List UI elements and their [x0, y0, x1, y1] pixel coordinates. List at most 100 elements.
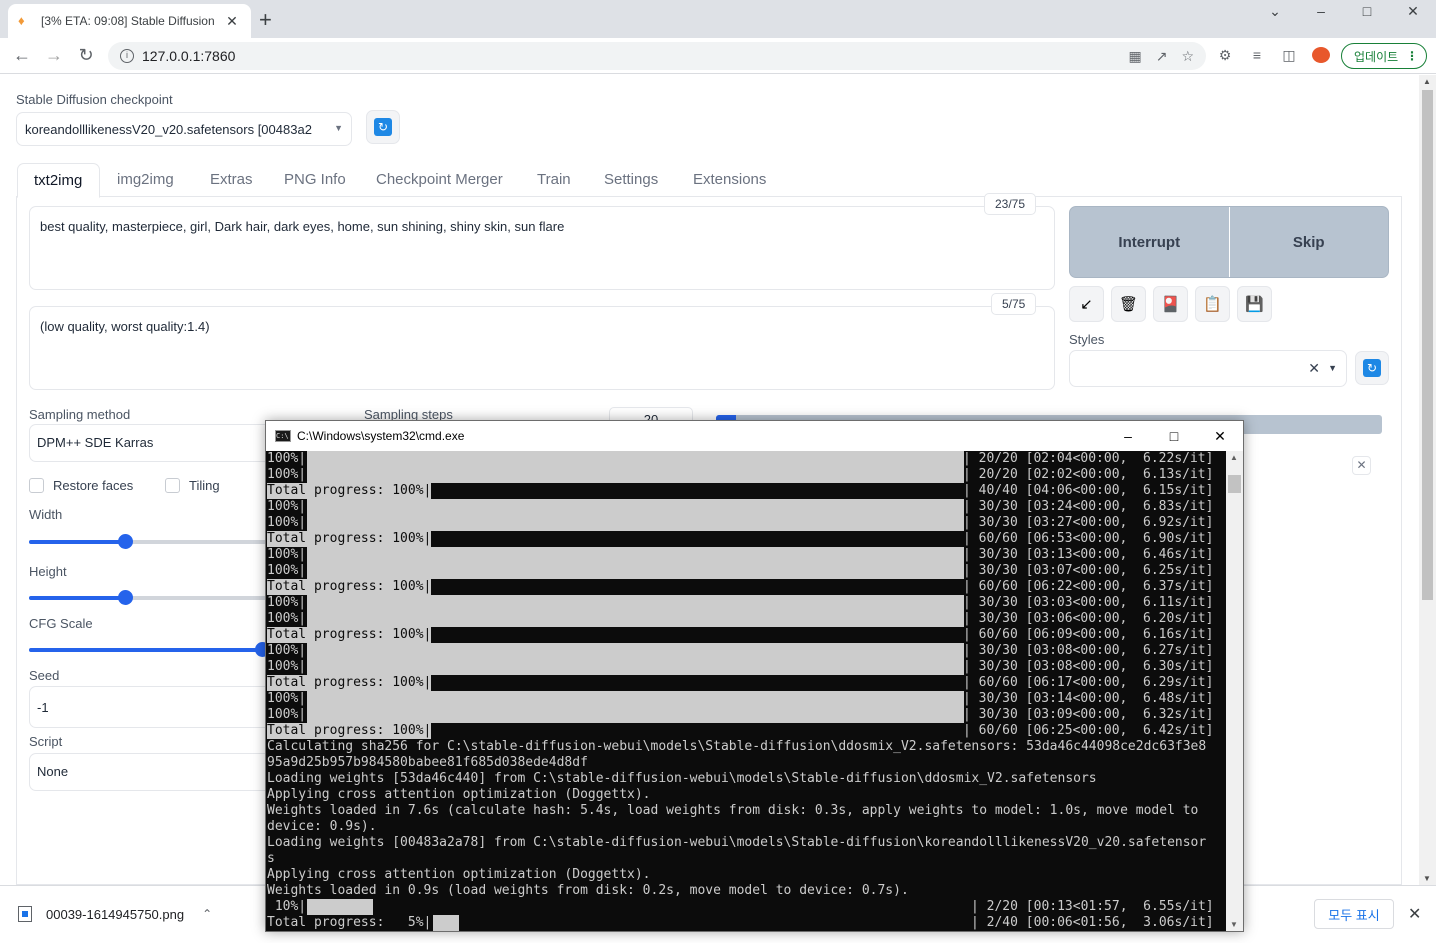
cfg-scale-slider[interactable]	[29, 642, 270, 657]
cmd-close-icon[interactable]: ✕	[1197, 421, 1243, 451]
width-label: Width	[29, 507, 63, 522]
close-download-bar-icon[interactable]: ✕	[1408, 904, 1421, 924]
clear-icon[interactable]: ✕	[1308, 360, 1320, 377]
restore-faces-checkbox[interactable]: Restore faces	[29, 478, 133, 493]
cmd-scrollbar[interactable]: ▲ ▼	[1226, 451, 1243, 931]
kebab-menu-icon[interactable]: ⋮	[1406, 49, 1418, 63]
progress-prefix: Total progress: 100%|	[267, 483, 432, 499]
seed-label: Seed	[29, 668, 60, 683]
side-panel-icon[interactable]: ◫	[1280, 47, 1298, 66]
forward-icon[interactable]: →	[42, 45, 66, 66]
clear-prompt-button[interactable]: 🗑	[1111, 286, 1146, 322]
cmd-scroll-up-icon[interactable]: ▲	[1230, 453, 1238, 462]
script-dropdown[interactable]: None	[29, 753, 279, 791]
tab-img2img[interactable]: img2img	[117, 171, 174, 188]
cmd-window[interactable]: C:\ C:\Windows\system32\cmd.exe – □ ✕ 10…	[265, 420, 1244, 932]
progress-prefix: Total progress: 5%|	[267, 915, 432, 930]
tab-settings[interactable]: Settings	[604, 171, 658, 188]
cmd-minimize-icon[interactable]: –	[1105, 421, 1151, 451]
tab-checkpoint-merger[interactable]: Checkpoint Merger	[376, 171, 503, 188]
completed-progress-line: Total progress: 100%| | 60/60 [06:17<00:0…	[266, 675, 1226, 691]
browser-tab[interactable]: ♦ [3% ETA: 09:08] Stable Diffusion ✕	[8, 4, 251, 38]
negative-prompt-textarea[interactable]: (low quality, worst quality:1.4)	[29, 306, 1055, 390]
refresh-styles-button[interactable]: ↻	[1355, 351, 1389, 385]
tab-png-info[interactable]: PNG Info	[284, 171, 346, 188]
chevron-up-icon[interactable]: ⌃	[202, 907, 212, 921]
tab-extensions[interactable]: Extensions	[693, 171, 766, 188]
download-filename: 00039-1614945750.png	[46, 906, 185, 922]
close-window-icon[interactable]: ✕	[1390, 0, 1436, 22]
sampling-method-label: Sampling method	[29, 407, 131, 422]
interrupt-button[interactable]: Interrupt	[1070, 207, 1229, 277]
styles-label: Styles	[1069, 332, 1105, 347]
height-slider[interactable]	[29, 590, 269, 605]
progress-stats: | 2/40 [00:06<01:56, 3.06s/it]	[971, 915, 1214, 930]
address-bar[interactable]: i 127.0.0.1:7860 ▦ ↗ ☆	[108, 42, 1206, 70]
close-gallery-icon[interactable]: ✕	[1352, 456, 1371, 475]
translate-icon[interactable]: ▦	[1128, 48, 1141, 65]
refresh-checkpoint-button[interactable]: ↻	[366, 110, 400, 144]
tab-search-icon[interactable]: ⌄	[1252, 0, 1298, 22]
prompt-token-counter: 23/75	[984, 193, 1037, 215]
log-line: Applying cross attention optimization (D…	[266, 867, 1226, 883]
checkpoint-dropdown[interactable]: koreandolllikenessV20_v20.safetensors [0…	[16, 112, 352, 146]
cmd-maximize-icon[interactable]: □	[1151, 421, 1197, 451]
site-info-icon[interactable]: i	[120, 49, 134, 63]
progress-stats: | 30/30 [03:08<00:00, 6.27s/it]	[963, 643, 1214, 658]
image-file-icon	[18, 906, 32, 922]
update-button[interactable]: 업데이트 ⋮	[1341, 43, 1427, 69]
cmd-title: C:\Windows\system32\cmd.exe	[297, 429, 465, 443]
save-style-button[interactable]: 💾	[1237, 286, 1272, 322]
close-tab-icon[interactable]: ✕	[223, 13, 241, 30]
progress-bar-fill	[307, 467, 964, 483]
profile-avatar[interactable]	[1312, 47, 1330, 66]
maximize-icon[interactable]: □	[1344, 0, 1390, 22]
progress-stats: | 20/20 [02:02<00:00, 6.13s/it]	[963, 467, 1214, 482]
reload-icon[interactable]: ↻	[74, 45, 98, 66]
tab-txt2img[interactable]: txt2img	[17, 163, 100, 198]
height-slider-handle[interactable]	[118, 590, 133, 605]
bookmark-star-icon[interactable]: ☆	[1181, 48, 1194, 65]
show-all-downloads-button[interactable]: 모두 표시	[1314, 899, 1394, 929]
cmd-titlebar[interactable]: C:\ C:\Windows\system32\cmd.exe – □ ✕	[266, 421, 1243, 451]
prompt-textarea[interactable]: best quality, masterpiece, girl, Dark ha…	[29, 206, 1055, 290]
log-text: s	[267, 851, 275, 866]
tiling-checkbox[interactable]: Tiling	[165, 478, 220, 493]
progress-prefix: 100%|	[267, 707, 307, 722]
width-slider-handle[interactable]	[118, 534, 133, 549]
progress-prefix: 100%|	[267, 499, 307, 514]
extensions-icon[interactable]: ⚙	[1216, 47, 1234, 66]
progress-bar-fill	[307, 451, 964, 467]
styles-dropdown[interactable]: ✕ ▼	[1069, 350, 1347, 387]
scrollbar-thumb[interactable]	[1422, 90, 1433, 600]
width-slider[interactable]	[29, 534, 269, 549]
seed-input[interactable]: -1	[29, 686, 279, 728]
page-scrollbar[interactable]: ▲ ▼	[1419, 75, 1436, 885]
cmd-scroll-down-icon[interactable]: ▼	[1230, 920, 1238, 929]
tab-train[interactable]: Train	[537, 171, 571, 188]
card-icon: 🎴	[1161, 296, 1180, 313]
cmd-scroll-thumb[interactable]	[1228, 475, 1241, 493]
download-item[interactable]: 00039-1614945750.png ⌃	[18, 906, 212, 922]
paste-params-button[interactable]: ↙	[1069, 286, 1104, 322]
back-icon[interactable]: ←	[10, 45, 34, 66]
minimize-icon[interactable]: –	[1298, 0, 1344, 22]
apply-style-button[interactable]: 📋	[1195, 286, 1230, 322]
completed-progress-line: 100%| | 30/30 [03:14<00:00, 6.48s/it]	[266, 691, 1226, 707]
scroll-down-icon[interactable]: ▼	[1423, 874, 1431, 883]
sampling-method-dropdown[interactable]: DPM++ SDE Karras	[29, 424, 279, 462]
media-icon[interactable]: ≡	[1248, 47, 1266, 66]
show-extra-networks-button[interactable]: 🎴	[1153, 286, 1188, 322]
skip-button[interactable]: Skip	[1230, 207, 1389, 277]
completed-progress-line: 100%| | 30/30 [03:08<00:00, 6.27s/it]	[266, 643, 1226, 659]
progress-bar-fill	[307, 595, 964, 611]
progress-bar-fill	[307, 659, 964, 675]
tab-extras[interactable]: Extras	[210, 171, 253, 188]
scroll-up-icon[interactable]: ▲	[1423, 77, 1431, 86]
progress-prefix: 100%|	[267, 451, 307, 466]
share-icon[interactable]: ↗	[1156, 48, 1168, 65]
new-tab-button[interactable]: +	[259, 9, 272, 31]
console-output[interactable]: 100%| | 20/20 [02:04<00:00, 6.22s/it] 100%…	[266, 451, 1226, 931]
log-line: s	[266, 851, 1226, 867]
completed-progress-line: 100%| | 30/30 [03:07<00:00, 6.25s/it]	[266, 563, 1226, 579]
